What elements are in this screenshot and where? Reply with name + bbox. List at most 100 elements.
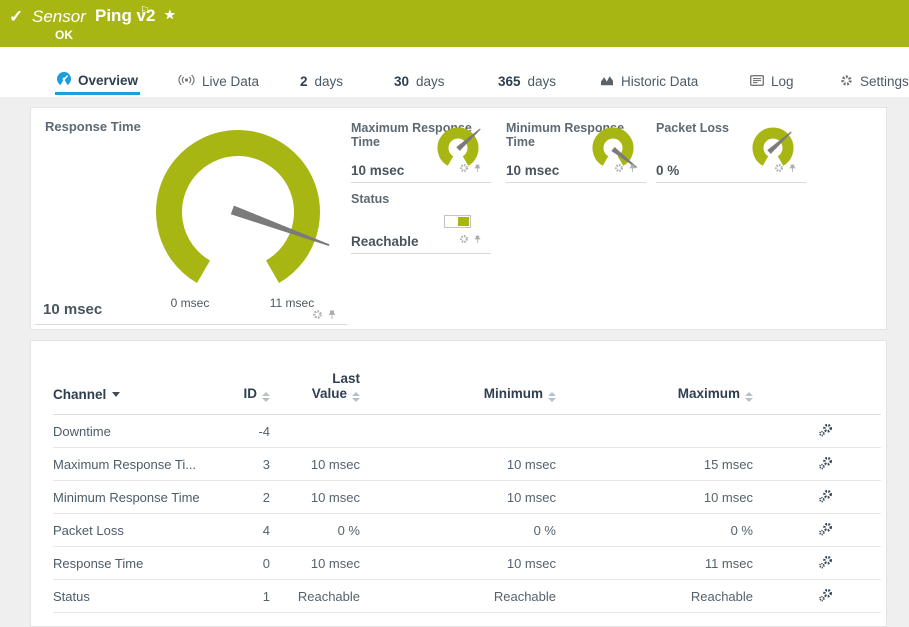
pin-icon[interactable]	[474, 160, 481, 178]
column-header-id[interactable]: ID	[218, 341, 270, 415]
maximum-response-time-panel[interactable]: Maximum Response Time 10 msec	[351, 113, 491, 183]
tab-historic-data[interactable]: Historic Data	[598, 68, 700, 95]
object-kind-label: Sensor	[32, 7, 86, 27]
gear-icon[interactable]	[312, 307, 323, 325]
gear-icon[interactable]	[774, 160, 784, 178]
table-row[interactable]: Downtime-4	[53, 415, 881, 448]
cell-maximum	[556, 415, 753, 448]
response-time-actions	[312, 307, 336, 325]
cell-minimum: 10 msec	[360, 448, 556, 481]
response-time-gauge[interactable]	[143, 130, 333, 300]
tab-365-days[interactable]: 365 days	[496, 68, 558, 95]
status-panel[interactable]: Status Reachable	[351, 184, 491, 254]
tab-label: Historic Data	[621, 74, 698, 89]
tab-label: days	[416, 74, 445, 89]
cell-maximum: 10 msec	[556, 481, 753, 514]
gauge-icon	[57, 72, 71, 89]
star-empty-icon[interactable]: ☆	[164, 7, 178, 23]
cell-actions	[753, 580, 881, 613]
cell-actions	[753, 415, 881, 448]
cell-id: 3	[218, 448, 270, 481]
status-badge: OK	[55, 28, 73, 42]
table-row[interactable]: Packet Loss40 %0 %0 %	[53, 514, 881, 547]
cell-maximum: 0 %	[556, 514, 753, 547]
priority-flag-icon[interactable]: ⚐	[140, 4, 150, 17]
channel-settings-icon[interactable]	[818, 524, 833, 539]
table-row[interactable]: Maximum Response Ti...310 msec10 msec15 …	[53, 448, 881, 481]
cell-id: 2	[218, 481, 270, 514]
tab-settings[interactable]: Settings	[838, 68, 909, 95]
column-header-last-value[interactable]: Last Value	[270, 341, 360, 415]
table-row[interactable]: Response Time010 msec10 msec11 msec	[53, 547, 881, 580]
cell-channel: Maximum Response Ti...	[53, 448, 218, 481]
tab-label: days	[315, 74, 344, 89]
channel-settings-icon[interactable]	[818, 590, 833, 605]
pin-icon[interactable]	[474, 231, 481, 249]
gear-icon[interactable]	[459, 160, 469, 178]
column-header-maximum[interactable]: Maximum	[556, 341, 753, 415]
cell-channel: Status	[53, 580, 218, 613]
tab-label: Live Data	[202, 74, 259, 89]
tab-2-days[interactable]: 2 days	[298, 68, 345, 95]
tab-prefix: 365	[498, 74, 521, 89]
packet-loss-label: Packet Loss	[656, 121, 729, 135]
cell-channel: Packet Loss	[53, 514, 218, 547]
cell-last-value	[270, 415, 360, 448]
minimum-response-time-value: 10 msec	[506, 163, 559, 178]
cell-id: 1	[218, 580, 270, 613]
sort-desc-icon	[112, 392, 120, 397]
tab-prefix: 30	[394, 74, 409, 89]
cell-actions	[753, 481, 881, 514]
column-header-minimum[interactable]: Minimum	[360, 341, 556, 415]
tab-label: days	[528, 74, 557, 89]
column-header-channel[interactable]: Channel	[53, 341, 218, 415]
gear-icon[interactable]	[459, 231, 469, 249]
tab-30-days[interactable]: 30 days	[392, 68, 447, 95]
tab-log[interactable]: Log	[748, 68, 796, 95]
cell-id: 4	[218, 514, 270, 547]
response-time-value: 10 msec	[43, 301, 102, 318]
pin-icon[interactable]	[328, 307, 336, 325]
cell-minimum: Reachable	[360, 580, 556, 613]
cell-last-value: 10 msec	[270, 448, 360, 481]
cell-actions	[753, 448, 881, 481]
pin-icon[interactable]	[629, 160, 636, 178]
sort-icon	[262, 392, 270, 402]
sort-icon	[352, 392, 360, 402]
channel-table: Channel ID Last Value Minimum Maximum	[53, 341, 881, 613]
response-time-label: Response Time	[45, 119, 141, 134]
tab-prefix: 2	[300, 74, 308, 89]
cell-minimum: 10 msec	[360, 547, 556, 580]
table-row[interactable]: Minimum Response Time210 msec10 msec10 m…	[53, 481, 881, 514]
status-ok-check-icon: ✓	[9, 7, 23, 27]
channel-settings-icon[interactable]	[818, 557, 833, 572]
tab-label: Settings	[860, 74, 909, 89]
tab-live-data[interactable]: Live Data	[176, 68, 261, 95]
cell-minimum	[360, 415, 556, 448]
packet-loss-panel[interactable]: Packet Loss 0 %	[656, 113, 806, 183]
cell-minimum: 0 %	[360, 514, 556, 547]
gear-icon	[840, 74, 853, 90]
cell-last-value: 10 msec	[270, 547, 360, 580]
channel-settings-icon[interactable]	[818, 425, 833, 440]
divider	[35, 324, 347, 325]
pin-icon[interactable]	[789, 160, 796, 178]
table-row[interactable]: Status1ReachableReachableReachable	[53, 580, 881, 613]
cell-id: -4	[218, 415, 270, 448]
status-value: Reachable	[351, 234, 419, 249]
cell-maximum: 15 msec	[556, 448, 753, 481]
cell-actions	[753, 514, 881, 547]
channel-settings-icon[interactable]	[818, 458, 833, 473]
maximum-response-time-value: 10 msec	[351, 163, 404, 178]
packet-loss-value: 0 %	[656, 163, 679, 178]
cell-maximum: Reachable	[556, 580, 753, 613]
tab-overview[interactable]: Overview	[55, 68, 140, 95]
minimum-response-time-panel[interactable]: Minimum Response Time 10 msec	[506, 113, 646, 183]
cell-channel: Response Time	[53, 547, 218, 580]
sensor-header: ✓ Sensor Ping v2 ⚐ ★★★☆☆ OK	[0, 0, 909, 47]
channel-settings-icon[interactable]	[818, 491, 833, 506]
gear-icon[interactable]	[614, 160, 624, 178]
gauges-card: Response Time 0 msec 11 msec 10 msec Max…	[30, 107, 887, 330]
log-icon	[750, 74, 764, 89]
channel-table-card: Channel ID Last Value Minimum Maximum	[30, 340, 887, 627]
